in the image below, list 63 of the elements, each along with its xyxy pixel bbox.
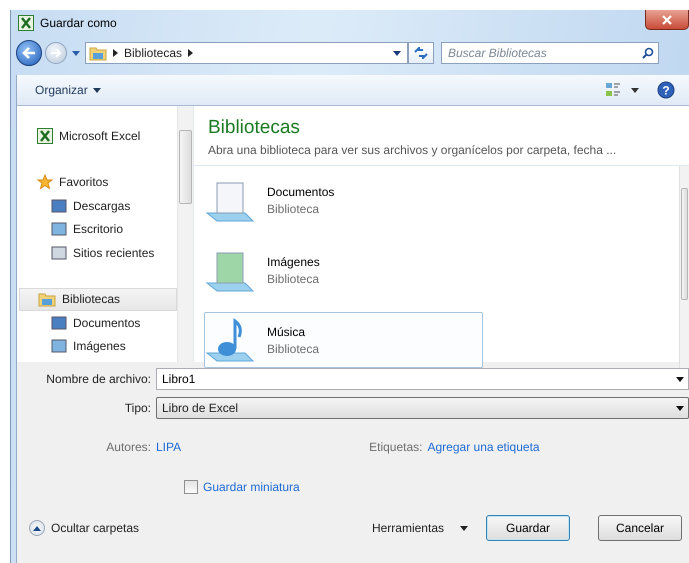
star-icon — [37, 174, 53, 190]
spreadsheet-app-icon — [18, 15, 34, 31]
save-button[interactable]: Guardar — [486, 515, 570, 541]
library-description: Abra una biblioteca para ver sus archivos y organícelos por carpeta, fecha ... — [207, 142, 618, 157]
sidebar-item[interactable]: Descargas — [17, 194, 177, 218]
library-name: Imágenes — [267, 254, 320, 268]
library-type: Biblioteca — [267, 272, 320, 286]
back-button[interactable] — [16, 40, 42, 66]
tools-button[interactable]: Herramientas — [372, 521, 468, 535]
organize-button[interactable]: Organizar — [35, 83, 101, 97]
breadcrumb-item[interactable]: Bibliotecas — [124, 46, 182, 60]
caret-icon[interactable] — [393, 50, 401, 56]
caret-icon[interactable] — [72, 50, 80, 56]
library-name: Música — [267, 324, 306, 338]
arrow-right-icon — [50, 48, 62, 58]
search-icon — [642, 47, 654, 59]
forward-button[interactable] — [45, 42, 67, 64]
chevron-right-icon — [188, 49, 194, 57]
cancel-button[interactable]: Cancelar — [598, 515, 682, 541]
help-icon[interactable]: ? — [657, 81, 675, 99]
library-item[interactable]: Imágenes Biblioteca — [204, 242, 483, 298]
sidebar-item[interactable]: Sitios recientes — [17, 241, 177, 264]
library-type: Biblioteca — [267, 342, 320, 356]
field-label: Autores: — [105, 440, 152, 454]
field-label: Tipo: — [124, 401, 152, 415]
library-type: Biblioteca — [267, 202, 320, 216]
sidebar-item[interactable]: Favoritos — [17, 170, 177, 194]
add-tag-link[interactable]: Agregar una etiqueta — [428, 440, 540, 454]
filename-field[interactable]: Libro1 — [156, 368, 689, 390]
authors-link[interactable]: LIPA — [156, 440, 182, 454]
scrollbar[interactable] — [177, 106, 193, 362]
scrollbar[interactable] — [679, 166, 689, 368]
sidebar-item[interactable]: Escritorio — [17, 218, 177, 241]
window-title: Guardar como — [40, 16, 117, 30]
checkbox[interactable] — [184, 480, 198, 494]
caret-icon — [676, 406, 684, 410]
sidebar-item[interactable]: Documentos — [17, 311, 177, 334]
caret-icon — [676, 377, 684, 382]
arrow-left-icon — [22, 47, 36, 59]
search-field[interactable]: Buscar Bibliotecas — [441, 42, 659, 64]
sidebar-item[interactable]: Microsoft Excel — [17, 124, 177, 148]
library-item[interactable]: Documentos Biblioteca — [204, 172, 483, 228]
hide-folders-button[interactable]: Ocultar carpetas — [29, 520, 140, 536]
library-heading: Bibliotecas — [207, 116, 301, 139]
field-label: Nombre de archivo: — [45, 372, 152, 386]
library-icon — [205, 317, 257, 363]
close-icon — [662, 14, 672, 24]
refresh-button[interactable] — [408, 42, 434, 64]
close-button[interactable] — [645, 10, 689, 30]
caret-up-icon — [33, 526, 41, 530]
file-type-dropdown[interactable]: Libro de Excel — [156, 397, 689, 419]
address-field[interactable]: Bibliotecas — [85, 42, 408, 64]
library-item[interactable]: Música Biblioteca — [204, 312, 483, 368]
field-label: Etiquetas: — [369, 440, 422, 454]
refresh-icon — [414, 47, 428, 59]
sidebar-item[interactable]: Imágenes — [17, 334, 177, 358]
checkbox-label[interactable]: Guardar miniatura — [203, 480, 300, 494]
library-name: Documentos — [267, 184, 334, 198]
view-options-icon[interactable] — [605, 82, 621, 98]
sidebar-item[interactable]: Bibliotecas — [19, 288, 177, 311]
spreadsheet-app-icon — [37, 128, 53, 144]
caret-icon[interactable] — [631, 88, 639, 92]
chevron-right-icon — [113, 49, 118, 57]
